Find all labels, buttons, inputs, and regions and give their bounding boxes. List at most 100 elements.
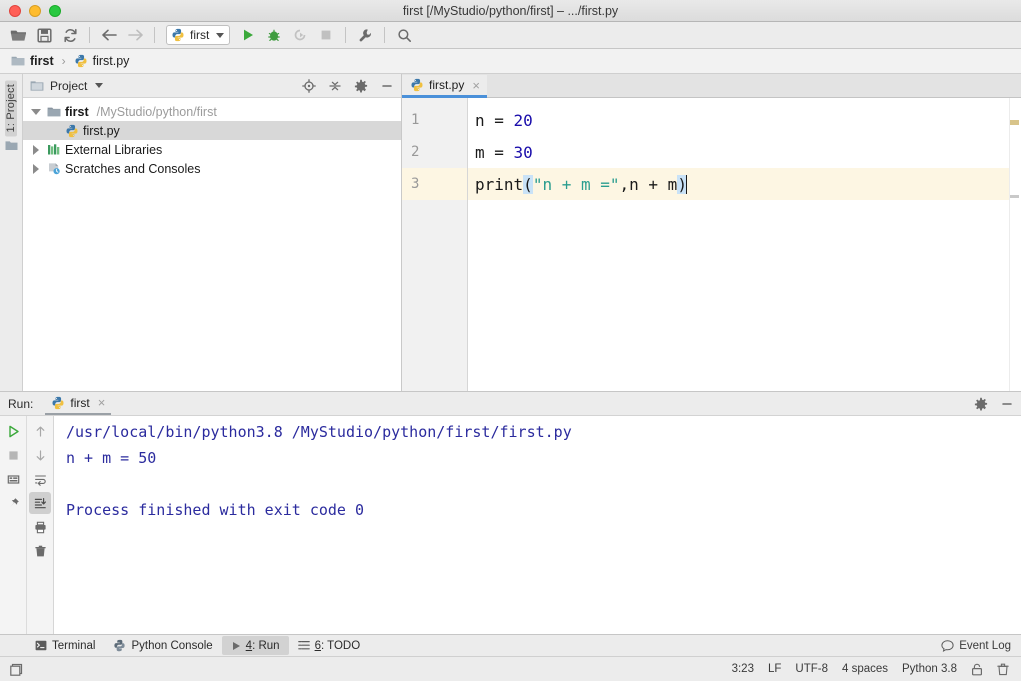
project-panel-header: Project xyxy=(23,74,401,98)
run-configuration-selector[interactable]: first xyxy=(166,25,230,45)
collapse-all-icon[interactable] xyxy=(325,76,345,96)
toolbar-separator-2 xyxy=(154,27,155,43)
code-token: 30 xyxy=(514,143,533,162)
project-tool-window: Project xyxy=(23,74,402,391)
console-line: Process finished with exit code 0 xyxy=(66,501,1021,527)
title-bar: first [/MyStudio/python/first] – .../fir… xyxy=(0,0,1021,22)
run-tab-first[interactable]: first × xyxy=(45,392,111,415)
print-icon[interactable] xyxy=(29,516,51,538)
breadcrumb-label: first.py xyxy=(93,54,130,68)
editor-area: first.py × 1 2 3 n = 20 m = 30 print("n … xyxy=(402,74,1021,391)
run-tab-label: first xyxy=(70,396,89,410)
run-panel-header: Run: first × xyxy=(0,392,1021,416)
code-content[interactable]: n = 20 m = 30 print("n + m =",n + m) xyxy=(468,98,1009,391)
up-arrow-icon[interactable] xyxy=(29,420,51,442)
code-token: ,n + m xyxy=(620,175,678,194)
code-line-1: n = 20 xyxy=(468,104,1009,136)
locate-icon[interactable] xyxy=(299,76,319,96)
tool-window-button-terminal[interactable]: Terminal xyxy=(26,636,104,655)
search-icon[interactable] xyxy=(392,24,416,46)
code-editor[interactable]: 1 2 3 n = 20 m = 30 print("n + m =",n + … xyxy=(402,98,1021,391)
editor-tab-first-py[interactable]: first.py × xyxy=(402,75,487,98)
breadcrumb-item-file[interactable]: first.py xyxy=(71,53,133,69)
tree-node-external-libraries[interactable]: External Libraries xyxy=(23,140,401,159)
main-toolbar: first xyxy=(0,22,1021,49)
line-number: 3 xyxy=(402,168,467,200)
tree-node-first[interactable]: first /MyStudio/python/first xyxy=(23,102,401,121)
hide-window-button[interactable] xyxy=(8,662,24,676)
run-configuration-name: first xyxy=(190,28,209,42)
tree-node-path: /MyStudio/python/first xyxy=(97,105,217,119)
restore-layout-icon[interactable] xyxy=(2,468,24,490)
tree-node-first-py[interactable]: first.py xyxy=(23,121,401,140)
bottom-item-label: Python Console xyxy=(131,640,212,652)
pin-icon[interactable] xyxy=(2,492,24,514)
project-panel-icon[interactable] xyxy=(5,140,18,151)
synchronize-icon[interactable] xyxy=(58,24,82,46)
console-line: /usr/local/bin/python3.8 /MyStudio/pytho… xyxy=(66,423,1021,449)
event-log-label: Event Log xyxy=(959,640,1011,652)
run-tool-column-left xyxy=(0,416,26,634)
line-separator[interactable]: LF xyxy=(768,663,781,675)
close-icon[interactable]: × xyxy=(469,79,480,92)
run-with-coverage-button xyxy=(288,24,312,46)
code-token-paren-open: ( xyxy=(523,175,533,194)
console-line: n + m = 50 xyxy=(66,449,1021,475)
trash-icon[interactable] xyxy=(29,540,51,562)
expand-toggle-icon[interactable] xyxy=(29,109,43,115)
tool-window-button-run[interactable]: 4: Run xyxy=(222,636,289,655)
settings-icon[interactable] xyxy=(353,24,377,46)
navigate-back-icon[interactable] xyxy=(97,24,121,46)
line-number-gutter: 1 2 3 xyxy=(402,98,468,391)
folder-icon xyxy=(47,106,61,118)
breadcrumb: first › first.py xyxy=(0,49,1021,74)
tool-window-button-todo[interactable]: 6: TODO xyxy=(289,636,370,655)
tool-window-button-python-console[interactable]: Python Console xyxy=(104,636,221,655)
gear-icon[interactable] xyxy=(971,394,991,414)
tool-window-button-project[interactable]: 1: Project xyxy=(5,80,17,136)
run-tool-window: Run: first × xyxy=(0,391,1021,634)
breadcrumb-item-project[interactable]: first xyxy=(8,53,57,69)
run-tool-buttons xyxy=(0,416,54,634)
rerun-icon[interactable] xyxy=(2,420,24,442)
folder-icon xyxy=(11,55,25,67)
lock-icon[interactable] xyxy=(971,663,983,676)
code-token: n = xyxy=(475,111,514,130)
run-button[interactable] xyxy=(236,24,260,46)
caret-position[interactable]: 3:23 xyxy=(732,663,754,675)
breadcrumb-label: first xyxy=(30,54,54,68)
scroll-to-end-icon[interactable] xyxy=(29,492,51,514)
tree-node-label: first xyxy=(65,105,89,119)
interpreter[interactable]: Python 3.8 xyxy=(902,663,957,675)
gear-icon[interactable] xyxy=(351,76,371,96)
encoding[interactable]: UTF-8 xyxy=(795,663,828,675)
chevron-down-icon[interactable] xyxy=(216,33,224,38)
tree-node-scratches-and-consoles[interactable]: Scratches and Consoles xyxy=(23,159,401,178)
marker-gutter[interactable] xyxy=(1009,98,1021,391)
expand-toggle-icon[interactable] xyxy=(29,145,43,155)
save-all-icon[interactable] xyxy=(32,24,56,46)
open-folder-icon[interactable] xyxy=(6,24,30,46)
expand-toggle-icon[interactable] xyxy=(29,164,43,174)
code-analysis-marker[interactable] xyxy=(1010,120,1019,125)
soft-wrap-icon[interactable] xyxy=(29,468,51,490)
minimize-icon[interactable] xyxy=(377,76,397,96)
minimize-icon[interactable] xyxy=(997,394,1017,414)
bottom-item-text: Run xyxy=(258,640,279,652)
debug-button[interactable] xyxy=(262,24,286,46)
tree-node-label: first.py xyxy=(83,124,120,138)
down-arrow-icon[interactable] xyxy=(29,444,51,466)
hide-window-icon xyxy=(10,662,24,676)
run-console-output[interactable]: /usr/local/bin/python3.8 /MyStudio/pytho… xyxy=(54,416,1021,634)
close-icon[interactable]: × xyxy=(95,396,106,409)
chevron-down-icon[interactable] xyxy=(95,83,103,88)
code-line-3: print("n + m =",n + m) xyxy=(468,168,1009,200)
caret-position-marker[interactable] xyxy=(1010,195,1019,198)
code-token: m = xyxy=(475,143,514,162)
event-log-button[interactable]: Event Log xyxy=(941,640,1021,652)
main-body: 1: Project Project xyxy=(0,74,1021,391)
trash-icon[interactable] xyxy=(997,663,1009,676)
indent-setting[interactable]: 4 spaces xyxy=(842,663,888,675)
terminal-icon xyxy=(35,640,47,651)
left-tool-strip: 1: Project xyxy=(0,74,23,391)
